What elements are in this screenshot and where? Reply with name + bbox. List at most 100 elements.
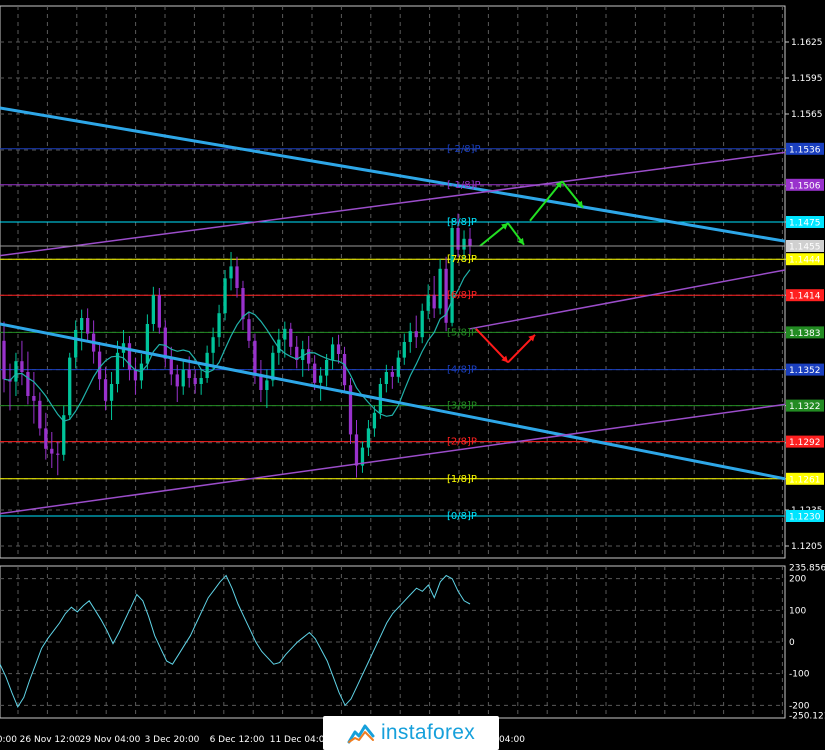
candle-body <box>342 354 347 386</box>
candle-body <box>241 288 245 320</box>
x-tick-label: 00:00 <box>0 735 17 745</box>
candle-body <box>20 361 24 372</box>
cci-tick-label: 100 <box>789 606 806 616</box>
candle-body <box>223 278 227 314</box>
price-label-text: 1.1292 <box>789 438 821 448</box>
x-tick-label: 11 Dec 04:00 <box>270 735 331 745</box>
murrey-level-label: [5/8]P <box>447 327 477 338</box>
candle-body <box>115 352 120 384</box>
candle-body <box>193 378 197 384</box>
murrey-level-label: [8/8]P <box>447 217 477 228</box>
price-label-text: 1.1322 <box>789 402 821 412</box>
murrey-level-label: [6/8]P <box>447 290 477 301</box>
candle-body <box>14 361 18 382</box>
candle-body <box>26 372 30 396</box>
candle-body <box>151 295 156 324</box>
candle-body <box>426 295 430 311</box>
candle-body <box>38 400 42 429</box>
price-label-text: 1.1414 <box>789 292 821 302</box>
candle-body <box>450 228 454 323</box>
price-label-text: 1.1506 <box>789 181 821 191</box>
cci-tick-label: -250.121 <box>789 711 825 721</box>
candle-body <box>462 238 466 250</box>
y-tick-label: 1.1565 <box>791 110 823 120</box>
candle-body <box>468 238 472 246</box>
candle-body <box>157 295 161 328</box>
candle-body <box>199 378 203 384</box>
candle-body <box>80 318 84 330</box>
chart-canvas: 1.16251.15951.15651.15351.15051.14751.14… <box>0 5 825 745</box>
cci-tick-label: 200 <box>789 575 806 585</box>
murrey-level-label: [-2/8]P <box>447 144 481 155</box>
candle-body <box>402 342 406 358</box>
candle-body <box>253 340 257 375</box>
cci-tick-label: -200 <box>789 701 810 711</box>
candle-body <box>366 428 371 448</box>
candle-body <box>438 268 442 309</box>
candle-body <box>109 384 114 401</box>
candle-body <box>318 375 323 383</box>
candle-body <box>235 266 239 288</box>
candle-body <box>68 357 72 416</box>
candle-body <box>420 310 424 338</box>
x-tick-label: 3 Dec 20:00 <box>145 735 200 745</box>
price-label-text: 1.1383 <box>789 329 821 339</box>
candle-body <box>187 369 191 378</box>
candle-body <box>85 318 90 334</box>
murrey-level-label: [-1/8]P <box>447 180 481 191</box>
cci-tick-label: -100 <box>789 670 810 680</box>
x-tick-label: 04:00 <box>499 735 525 745</box>
candle-body <box>74 330 78 358</box>
candle-body <box>408 331 412 342</box>
candle-body <box>354 434 359 466</box>
candle-body <box>432 295 436 309</box>
candle-body <box>50 448 54 454</box>
candle-body <box>414 331 418 338</box>
instaforex-logo: instaforex <box>323 716 499 750</box>
price-panel <box>0 5 786 559</box>
candle-body <box>181 369 185 387</box>
instaforex-logo-icon <box>347 724 375 744</box>
candle-body <box>265 380 269 390</box>
murrey-level-label: [4/8]P <box>447 365 477 376</box>
murrey-level-label: [0/8]P <box>447 511 477 522</box>
x-tick-label: 6 Dec 12:00 <box>210 735 265 745</box>
price-label-text: 1.1455 <box>789 243 821 253</box>
murrey-level-label: [2/8]P <box>447 437 477 448</box>
murrey-level-label: [1/8]P <box>447 474 477 485</box>
cci-tick-label: 235.8568 <box>789 563 825 573</box>
cci-tick-label: 0 <box>789 638 795 648</box>
price-label-text: 1.1230 <box>789 513 821 523</box>
candle-body <box>372 412 377 429</box>
logo-text: instaforex <box>380 721 476 744</box>
candle-body <box>217 313 221 338</box>
y-tick-label: 1.1595 <box>791 74 823 84</box>
candle-body <box>247 319 251 341</box>
candle-body <box>145 324 150 364</box>
x-tick-label: 26 Nov 12:00 <box>20 735 81 745</box>
candle-body <box>103 379 108 401</box>
candle-body <box>336 344 341 354</box>
candle-body <box>56 453 60 455</box>
y-tick-label: 1.1205 <box>791 542 823 552</box>
candle-body <box>307 349 311 364</box>
candle-body <box>175 374 179 387</box>
price-label-text: 1.1475 <box>789 219 821 229</box>
price-label-text: 1.1536 <box>789 145 821 155</box>
price-label-text: 1.1261 <box>789 475 821 485</box>
candle-body <box>384 372 389 384</box>
candle-body <box>163 327 167 359</box>
candle-body <box>229 266 233 279</box>
murrey-level-label: [7/8]P <box>447 254 477 265</box>
murrey-level-label: [3/8]P <box>447 401 477 412</box>
x-tick-label: 29 Nov 04:00 <box>80 735 141 745</box>
candle-body <box>313 363 317 383</box>
candle-body <box>283 328 287 340</box>
candle-body <box>390 372 394 377</box>
candle-body <box>133 369 138 381</box>
price-label-text: 1.1352 <box>789 366 821 376</box>
candle-body <box>32 396 36 401</box>
candle-body <box>169 358 173 375</box>
candle-body <box>44 428 48 449</box>
candle-body <box>211 337 215 353</box>
